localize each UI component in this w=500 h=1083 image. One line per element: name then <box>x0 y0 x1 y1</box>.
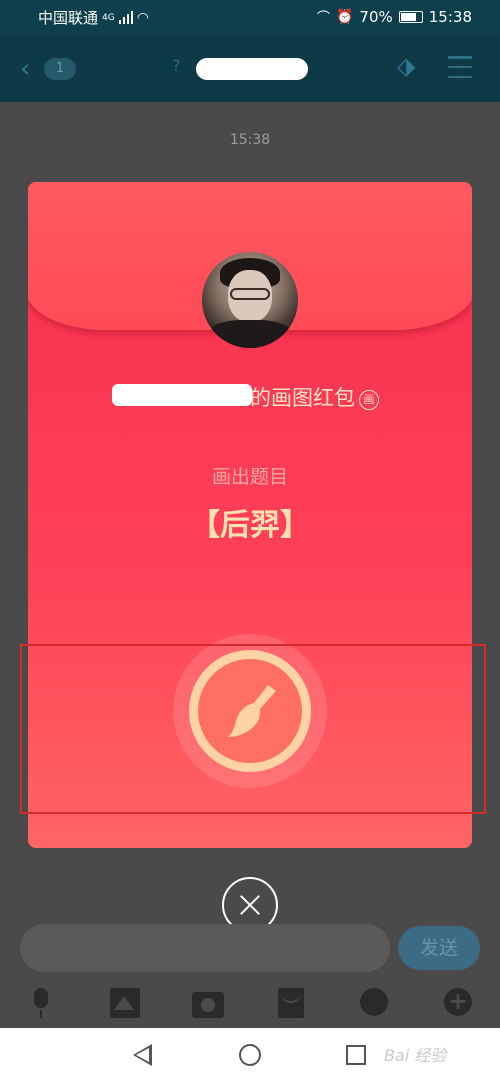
draw-type-badge: 画 <box>359 390 379 410</box>
message-input[interactable] <box>20 924 390 972</box>
plus-icon[interactable]: + <box>444 988 472 1016</box>
sender-row: 的画图红包画 <box>28 380 472 410</box>
packet-title: 的画图红包 <box>250 386 355 410</box>
chevron-left-icon[interactable]: ‹ <box>20 54 30 84</box>
battery-icon <box>398 10 423 23</box>
alarm-icon: ⏰ <box>335 8 354 25</box>
status-right: ⌒ ⏰ 70% 15:38 <box>316 7 472 27</box>
signal-icon <box>118 11 133 24</box>
wifi-icon: ◠ <box>136 9 149 26</box>
sender-title: 的画图红包画 <box>250 382 379 412</box>
image-icon[interactable] <box>110 988 140 1018</box>
battery-percent: 70% <box>359 7 393 26</box>
emoji-icon[interactable] <box>360 988 388 1016</box>
nav-home-icon[interactable] <box>239 1044 261 1066</box>
hamburger-icon[interactable] <box>448 56 472 78</box>
nav-back-icon[interactable] <box>133 1044 152 1066</box>
watermark: Bai 经验 <box>384 1046 447 1065</box>
prompt-word: 【后羿】 <box>190 508 310 543</box>
chat-header: ‹ 1 ? ⬗ <box>0 34 500 102</box>
red-packet-icon[interactable] <box>278 988 304 1018</box>
ear-icon: ? <box>172 56 181 75</box>
carrier-label: 中国联通 <box>38 9 99 27</box>
chat-timestamp: 15:38 <box>229 132 271 148</box>
prompt-label: 画出题目 <box>211 466 288 488</box>
network-type: 4G <box>102 12 115 23</box>
chat-title-redacted <box>196 58 308 80</box>
unread-badge[interactable]: 1 <box>44 58 76 80</box>
clock: 15:38 <box>428 7 472 26</box>
send-button[interactable]: 发送 <box>398 926 480 970</box>
microphone-icon[interactable] <box>32 988 50 1018</box>
avatar <box>202 252 298 348</box>
system-nav-bar: Bai 经验 <box>0 1028 500 1083</box>
chat-toolbar: + <box>0 982 500 1026</box>
tag-icon[interactable]: ⬗ <box>397 52 415 80</box>
sender-name-redacted <box>112 384 252 406</box>
highlight-box <box>20 644 486 814</box>
headset-icon: ⌒ <box>316 11 330 26</box>
status-bar: 中国联通 4G ◠ ⌒ ⏰ 70% 15:38 <box>0 0 500 34</box>
nav-recent-icon[interactable] <box>346 1045 366 1065</box>
status-left: 中国联通 4G ◠ <box>38 7 149 28</box>
camera-icon[interactable] <box>192 992 224 1018</box>
